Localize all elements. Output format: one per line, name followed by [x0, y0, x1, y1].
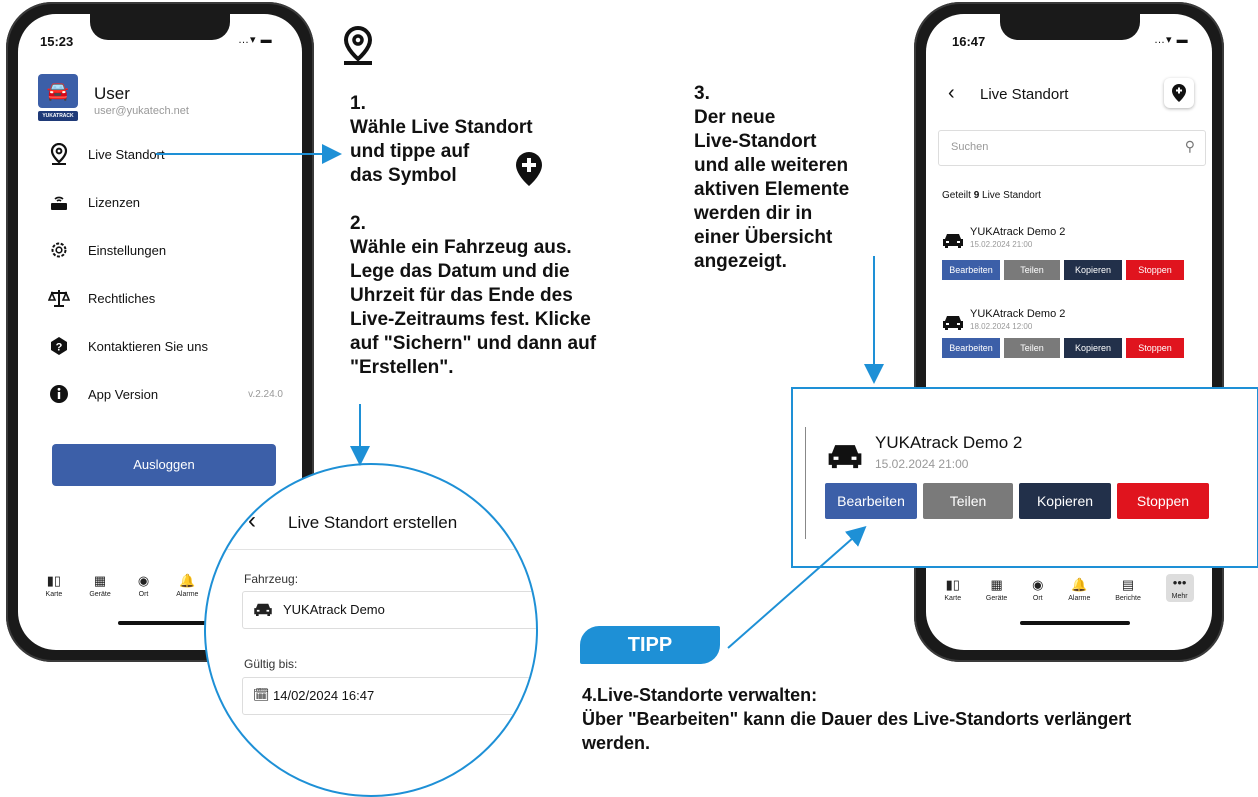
bell-icon: 🔔: [1071, 577, 1088, 592]
status-icons: …▾ ▬: [1154, 34, 1189, 46]
location-pin-icon: [48, 143, 70, 165]
detail-zoom-box: YUKAtrack Demo 2 15.02.2024 21:00 Bearbe…: [791, 387, 1258, 568]
device-icon: ▦: [93, 573, 107, 588]
edit-button[interactable]: Bearbeiten: [942, 260, 1000, 280]
tab-karte[interactable]: ▮▯ Karte: [46, 573, 63, 599]
step1-text: 1. Wähle Live Standort und tippe auf das…: [350, 93, 533, 186]
copy-button[interactable]: Kopieren: [1019, 483, 1111, 519]
compass-icon: ◉: [1032, 577, 1044, 592]
valid-label: Gültig bis:: [244, 657, 298, 671]
compass-icon: ◉: [137, 573, 150, 588]
share-button[interactable]: Teilen: [1004, 338, 1060, 358]
item-name: YUKAtrack Demo 2: [970, 226, 1066, 238]
menu-item-rechtliches[interactable]: Rechtliches: [48, 287, 155, 309]
left-tabbar: ▮▯ Karte ▦ Geräte ◉ Ort 🔔 Alarme: [32, 566, 212, 599]
logout-button[interactable]: Ausloggen: [52, 444, 276, 486]
copy-button[interactable]: Kopieren: [1064, 260, 1122, 280]
zoom-title: Live Standort erstellen: [288, 513, 458, 532]
bell-icon: 🔔: [179, 573, 196, 588]
add-location-icon: [516, 152, 542, 191]
edit-button[interactable]: Bearbeiten: [825, 483, 917, 519]
tab-ort[interactable]: ◉ Ort: [1032, 577, 1044, 603]
add-location-button[interactable]: [1164, 78, 1194, 108]
step2-text: 2. Wähle ein Fahrzeug aus. Lege das Datu…: [350, 213, 597, 378]
app-logo: 🚘 YUKATRACK: [38, 74, 78, 122]
status-icons: …▾ ▬: [238, 34, 273, 46]
home-indicator: [1020, 621, 1130, 625]
search-bar[interactable]: Suchen ⚲: [938, 130, 1206, 166]
item-date: 15.02.2024 21:00: [970, 240, 1033, 249]
map-icon: ▮▯: [46, 573, 62, 588]
tip-badge: TIPP: [580, 626, 720, 664]
menu-item-lizenzen[interactable]: Lizenzen: [48, 191, 140, 213]
vehicle-value: YUKAtrack Demo: [283, 602, 385, 617]
car-icon: [942, 314, 964, 335]
right-tabbar: ▮▯ Karte ▦ Geräte ◉ Ort 🔔 Alarme ▤ Berichte •…: [932, 566, 1206, 602]
share-button[interactable]: Teilen: [1004, 260, 1060, 280]
tab-berichte[interactable]: ▤ Berichte: [1115, 577, 1141, 603]
edit-button[interactable]: Bearbeiten: [942, 338, 1000, 358]
detail-name: YUKAtrack Demo 2: [875, 433, 1023, 452]
status-time: 16:47: [952, 34, 986, 49]
more-icon: •••: [1172, 575, 1187, 590]
car-icon: [827, 441, 863, 474]
stop-button[interactable]: Stoppen: [1117, 483, 1209, 519]
search-icon[interactable]: ⚲: [1185, 138, 1195, 155]
tip-text: 4.Live-Standorte verwalten: Über "Bearbe…: [582, 685, 1132, 753]
info-icon: [48, 383, 70, 405]
detail-date: 15.02.2024 21:00: [875, 457, 969, 471]
tab-geraete[interactable]: ▦ Geräte: [986, 577, 1007, 603]
stop-button[interactable]: Stoppen: [1126, 338, 1184, 358]
back-icon[interactable]: ‹: [948, 82, 955, 105]
router-icon: [48, 191, 70, 213]
item-name: YUKAtrack Demo 2: [970, 308, 1066, 320]
gear-icon: [48, 239, 70, 261]
scales-icon: [48, 287, 70, 309]
tab-karte[interactable]: ▮▯ Karte: [944, 577, 961, 603]
report-icon: ▤: [1121, 577, 1135, 592]
copy-button[interactable]: Kopieren: [1064, 338, 1122, 358]
car-icon: [253, 602, 273, 621]
tab-mehr[interactable]: ••• Mehr: [1165, 574, 1194, 602]
tab-alarme[interactable]: 🔔 Alarme: [1068, 577, 1090, 603]
stop-button[interactable]: Stoppen: [1126, 260, 1184, 280]
user-email: user@yukatech.net: [94, 105, 189, 117]
zoom-back-icon[interactable]: ‹: [248, 507, 256, 535]
map-icon: ▮▯: [945, 577, 960, 592]
menu-label: Rechtliches: [88, 290, 156, 306]
shared-count-text: Geteilt 9 Live Standort: [942, 190, 1041, 201]
valid-until-value: 14/02/2024 16:47: [273, 688, 375, 703]
menu-label: Kontaktieren Sie uns: [88, 338, 208, 354]
menu-item-einstellungen[interactable]: Einstellungen: [48, 239, 166, 261]
add-location-icon: [1172, 84, 1186, 102]
menu-item-kontakt[interactable]: ? Kontaktieren Sie uns: [48, 335, 208, 357]
menu-label: App Version: [88, 386, 159, 402]
vehicle-field[interactable]: YUKAtrack Demo: [242, 591, 536, 629]
step-pin-icon: [340, 25, 376, 71]
search-input[interactable]: Suchen: [951, 141, 988, 153]
tab-geraete[interactable]: ▦ Geräte: [89, 573, 110, 599]
app-version-value: v.2.24.0: [248, 388, 283, 400]
question-icon: ?: [48, 335, 70, 357]
menu-item-app-version[interactable]: App Version v.2.24.0: [48, 383, 283, 405]
page-title: Live Standort: [980, 86, 1069, 103]
menu-label: Lizenzen: [88, 194, 141, 210]
step3-text: 3. Der neue Live-Standort und alle weite…: [694, 83, 850, 272]
create-zoom-circle: ‹ Live Standort erstellen Fahrzeug: YUKA…: [204, 463, 538, 797]
item-date: 18.02.2024 12:00: [970, 322, 1033, 331]
svg-text:?: ?: [56, 342, 63, 354]
user-name: User: [94, 84, 130, 103]
menu-label: Einstellungen: [88, 242, 167, 258]
tab-ort[interactable]: ◉ Ort: [137, 573, 150, 599]
calendar-icon: 🗓: [253, 687, 270, 702]
device-icon: ▦: [990, 577, 1003, 592]
menu-label: Live Standort: [88, 146, 165, 162]
status-time: 15:23: [40, 34, 74, 49]
share-button[interactable]: Teilen: [923, 483, 1013, 519]
valid-until-field[interactable]: 🗓 14/02/2024 16:47: [242, 677, 536, 715]
car-icon: [942, 232, 964, 253]
tab-alarme[interactable]: 🔔 Alarme: [176, 573, 198, 599]
vehicle-label: Fahrzeug:: [244, 572, 299, 586]
menu-item-live-standort[interactable]: Live Standort: [48, 143, 165, 165]
